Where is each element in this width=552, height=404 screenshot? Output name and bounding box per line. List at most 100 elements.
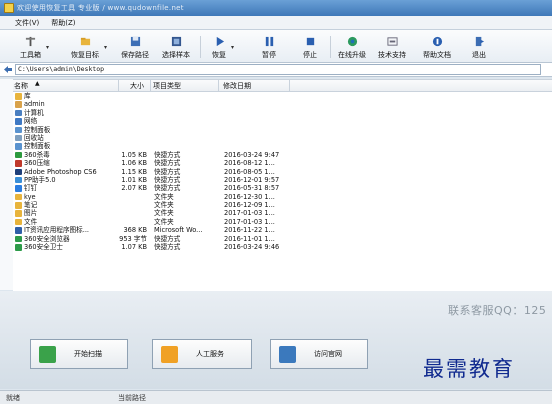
save-path-label: 保存路径 xyxy=(121,51,149,59)
cell-date: 2017-01-03 1... xyxy=(224,209,275,218)
visit-website-button[interactable]: 访问官网 xyxy=(270,339,368,369)
column-size[interactable]: 大小 xyxy=(130,81,144,91)
list-item[interactable]: 回收站 xyxy=(13,134,552,142)
list-item[interactable]: Adobe Photoshop CS6 1.15 KB 快捷方式 2016-08-05… xyxy=(13,168,552,176)
stop-button[interactable]: 停止 xyxy=(303,32,317,60)
cell-name: IT资讯应用程序图标... xyxy=(24,226,90,235)
cell-name: 计算机 xyxy=(24,108,44,117)
tech-support-button[interactable]: 技术支持 xyxy=(378,32,406,60)
cell-name: Adobe Photoshop CS6 xyxy=(24,167,97,176)
cell-date: 2016-08-12 1... xyxy=(224,159,275,168)
file-icon xyxy=(15,227,22,234)
cell-type: 快捷方式 xyxy=(154,184,181,193)
list-item[interactable]: 控制面板 xyxy=(13,126,552,134)
status-bar: 就绪 当前路径 xyxy=(0,390,552,404)
chevron-down-icon[interactable]: ▾ xyxy=(231,44,234,51)
list-item[interactable]: kye 文件夹 2016-12-30 1... xyxy=(13,193,552,201)
cell-size: 1.07 KB xyxy=(121,243,147,252)
back-arrow-icon[interactable] xyxy=(4,66,12,73)
online-upgrade-label: 在线升级 xyxy=(338,51,366,59)
list-item[interactable]: PP助手5.0 1.01 KB 快捷方式 2016-12-01 9:57 xyxy=(13,176,552,184)
cell-type: 快捷方式 xyxy=(154,234,181,243)
select-sample-button[interactable]: 选择样本 xyxy=(162,32,190,60)
chevron-down-icon[interactable]: ▾ xyxy=(104,44,107,51)
list-item[interactable]: 图片 文件夹 2017-01-03 1... xyxy=(13,209,552,217)
cell-date: 2016-03-24 9:46 xyxy=(224,243,280,252)
column-type[interactable]: 项目类型 xyxy=(153,81,181,91)
pause-button[interactable]: 暂停 xyxy=(262,32,276,60)
manual-service-button[interactable]: 人工服务 xyxy=(152,339,252,369)
file-list: 名称 ▲ 大小 项目类型 修改日期 库 admin 计算机 网络 控制面板 回收站 控制面板… xyxy=(13,79,552,291)
play-icon xyxy=(216,36,224,47)
list-item[interactable]: 360杀毒 1.05 KB 快捷方式 2016-03-24 9:47 xyxy=(13,151,552,159)
path-field[interactable]: C:\Users\admin\Desktop xyxy=(15,64,541,75)
manual-service-label: 人工服务 xyxy=(196,350,224,358)
file-icon xyxy=(15,176,22,184)
file-icon xyxy=(15,101,22,108)
list-item[interactable]: IT资讯应用程序图标... 368 KB Microsoft Wo... 2016-1… xyxy=(13,226,552,234)
list-item[interactable]: 笔记 文件夹 2016-12-09 1... xyxy=(13,201,552,209)
restore-label: 恢复 xyxy=(212,51,226,59)
list-item[interactable]: 360安全卫士 1.07 KB 快捷方式 2016-03-24 9:46 xyxy=(13,243,552,251)
tech-support-label: 技术支持 xyxy=(378,51,406,59)
restore-target-button[interactable]: 恢复目标 ▾ xyxy=(71,32,107,60)
list-item[interactable]: 360安全浏览器 953 字节 快捷方式 2016-11-01 1... xyxy=(13,235,552,243)
help-icon xyxy=(432,36,442,47)
list-item[interactable]: 文件 文件夹 2017-01-03 1... xyxy=(13,218,552,226)
status-left: 就绪 xyxy=(6,394,20,402)
toolbox-button[interactable]: 工具箱 ▾ xyxy=(20,32,49,60)
exit-icon xyxy=(475,36,484,47)
cell-date: 2016-08-05 1... xyxy=(224,167,275,176)
cell-type: 快捷方式 xyxy=(154,243,181,252)
cell-size: 953 字节 xyxy=(119,234,147,243)
cell-type: 快捷方式 xyxy=(154,159,181,168)
exit-button[interactable]: 退出 xyxy=(472,32,486,60)
file-icon xyxy=(15,126,22,134)
cell-date: 2016-11-01 1... xyxy=(224,234,275,243)
file-icon xyxy=(15,235,22,243)
list-item[interactable]: 控制面板 xyxy=(13,142,552,150)
window-title: 欢迎使用恢复工具 专业版 / www.qudownfile.net xyxy=(17,4,184,12)
file-icon xyxy=(15,185,22,192)
cell-size: 1.05 KB xyxy=(121,150,147,159)
exit-label: 退出 xyxy=(472,51,486,59)
online-upgrade-button[interactable]: 在线升级 xyxy=(338,32,366,60)
file-icon xyxy=(15,143,22,150)
list-rows: 库 admin 计算机 网络 控制面板 回收站 控制面板 360杀毒 1.05 KB 快捷方式 20… xyxy=(13,92,552,251)
contact-qq: 联系客服QQ：125 xyxy=(448,304,547,317)
help-doc-label: 帮助文档 xyxy=(423,51,451,59)
toolbar-divider xyxy=(330,36,331,58)
list-item[interactable]: 钉钉 2.07 KB 快捷方式 2016-05-31 8:57 xyxy=(13,184,552,192)
column-date[interactable]: 修改日期 xyxy=(223,81,251,91)
cell-name: 360压缩 xyxy=(24,159,50,168)
menu-file[interactable]: 文件(V) xyxy=(0,18,45,28)
start-scan-button[interactable]: 开始扫描 xyxy=(30,339,128,369)
cell-name: 控制面板 xyxy=(24,125,51,134)
title-bar: 欢迎使用恢复工具 专业版 / www.qudownfile.net xyxy=(0,0,552,16)
column-name[interactable]: 名称 xyxy=(14,81,28,91)
list-item[interactable]: 计算机 xyxy=(13,109,552,117)
select-sample-label: 选择样本 xyxy=(162,51,190,59)
status-middle: 当前路径 xyxy=(118,394,146,402)
list-item[interactable]: 网络 xyxy=(13,117,552,125)
help-doc-button[interactable]: 帮助文档 xyxy=(423,32,451,60)
list-item[interactable]: 库 xyxy=(13,92,552,100)
cell-name: 库 xyxy=(24,92,31,100)
globe-icon xyxy=(347,36,357,47)
address-bar: C:\Users\admin\Desktop xyxy=(0,63,552,77)
toolbar-divider xyxy=(200,36,201,58)
stop-label: 停止 xyxy=(303,51,317,59)
list-item[interactable]: 360压缩 1.06 KB 快捷方式 2016-08-12 1... xyxy=(13,159,552,167)
cell-type: Microsoft Wo... xyxy=(154,226,203,235)
cell-size: 368 KB xyxy=(123,226,147,235)
support-icon xyxy=(386,37,398,46)
menu-help[interactable]: 帮助(Z) xyxy=(45,18,81,28)
file-icon xyxy=(15,168,22,176)
restore-button[interactable]: 恢复 ▾ xyxy=(212,32,234,60)
save-icon xyxy=(130,36,140,47)
list-item[interactable]: admin xyxy=(13,100,552,108)
chevron-down-icon[interactable]: ▾ xyxy=(46,44,49,51)
save-path-button[interactable]: 保存路径 xyxy=(121,32,149,60)
left-gutter xyxy=(0,79,14,290)
file-icon xyxy=(15,210,22,217)
